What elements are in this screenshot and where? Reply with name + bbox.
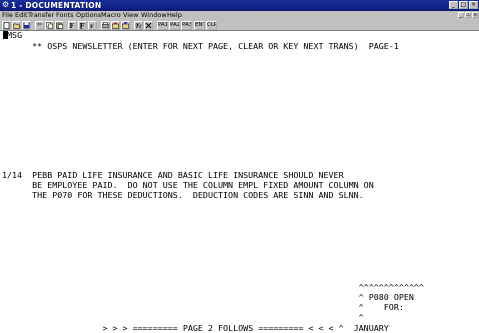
font-smaller-icon[interactable]: F — [88, 21, 97, 30]
minimize-button[interactable]: _ — [449, 1, 458, 9]
terminal-line-header: ** OSPS NEWSLETTER (ENTER FOR NEXT PAGE,… — [2, 41, 399, 51]
font-size-icon[interactable]: F — [68, 21, 77, 30]
menu-window[interactable]: Window — [141, 11, 167, 20]
menu-view[interactable]: View — [123, 11, 138, 20]
svg-text:F: F — [70, 23, 75, 29]
print-icon[interactable] — [101, 21, 110, 30]
terminal-line-box-open: ^ P080 OPEN — [2, 292, 414, 302]
transfer-send-icon[interactable] — [111, 21, 120, 30]
mdi-restore-icon[interactable]: ▫ — [465, 12, 471, 18]
menu-options[interactable]: Options — [76, 11, 101, 20]
menu-fonts[interactable]: Fonts — [56, 11, 74, 20]
mdi-close-icon[interactable]: × — [472, 12, 478, 18]
menu-help[interactable]: Help — [167, 11, 182, 20]
font-larger-icon[interactable]: F — [78, 21, 87, 30]
new-session-icon[interactable] — [2, 21, 11, 30]
clear-key-button[interactable]: CLR — [206, 21, 217, 30]
terminal-line-box-top: ^^^^^^^^^^^^^ — [2, 282, 424, 292]
terminal-line-news-1: 1/14 PEBB PAID LIFE INSURANCE AND BASIC … — [2, 170, 344, 180]
terminal-window: ⚙ 1 - DOCUMENTATION _ □ × File Edit Tran… — [0, 0, 479, 333]
window-title: 1 - DOCUMENTATION — [11, 1, 102, 10]
terminal-line-box-for: ^ FOR: — [2, 302, 404, 312]
open-session-icon[interactable] — [12, 21, 21, 30]
help-icon[interactable]: ? — [134, 21, 143, 30]
pa1-key-button[interactable]: PA1 — [157, 21, 168, 30]
menu-macro[interactable]: Macro — [101, 11, 121, 20]
close-button[interactable]: × — [469, 1, 478, 9]
terminal-line-box-blank: ^ — [2, 312, 364, 322]
pa3-key-button[interactable]: PA3 — [181, 21, 192, 30]
menu-edit[interactable]: Edit — [15, 11, 28, 20]
menu-transfer[interactable]: Transfer — [28, 11, 54, 20]
svg-text:F: F — [90, 24, 94, 29]
svg-text:?: ? — [135, 23, 139, 29]
terminal-line-news-3: THE P070 FOR THESE DEDUCTIONS. DEDUCTION… — [2, 190, 364, 200]
terminal-screen[interactable]: MSG ** OSPS NEWSLETTER (ENTER FOR NEXT P… — [0, 31, 479, 333]
terminal-app-icon[interactable]: ⚙ — [2, 1, 10, 9]
enter-key-button[interactable]: ENT — [194, 21, 205, 30]
transfer-receive-icon[interactable] — [121, 21, 130, 30]
pa2-key-button[interactable]: PA2 — [169, 21, 180, 30]
save-icon[interactable] — [22, 21, 31, 30]
maximize-button[interactable]: □ — [459, 1, 468, 9]
menu-bar: File Edit Transfer Fonts Options Macro V… — [0, 11, 479, 20]
terminal-line-page-2: > > > ========= PAGE 2 FOLLOWS =========… — [2, 323, 389, 333]
paste-icon[interactable] — [55, 21, 64, 30]
terminal-line-msg: MSG — [2, 30, 23, 40]
terminal-line-news-2: BE EMPLOYEE PAID. DO NOT USE THE COLUMN … — [2, 180, 374, 190]
copy-icon[interactable] — [45, 21, 54, 30]
menu-file[interactable]: File — [2, 11, 13, 20]
cut-icon[interactable]: ✂ — [35, 21, 44, 30]
toolbar: ✂ F F F ? PA1 PA2 PA3 ENT CLR — [0, 20, 479, 31]
svg-text:F: F — [80, 22, 85, 29]
title-bar[interactable]: ⚙ 1 - DOCUMENTATION _ □ × — [0, 0, 479, 11]
mdi-minimize-icon[interactable]: _ — [458, 12, 464, 18]
stop-icon[interactable] — [144, 21, 153, 30]
